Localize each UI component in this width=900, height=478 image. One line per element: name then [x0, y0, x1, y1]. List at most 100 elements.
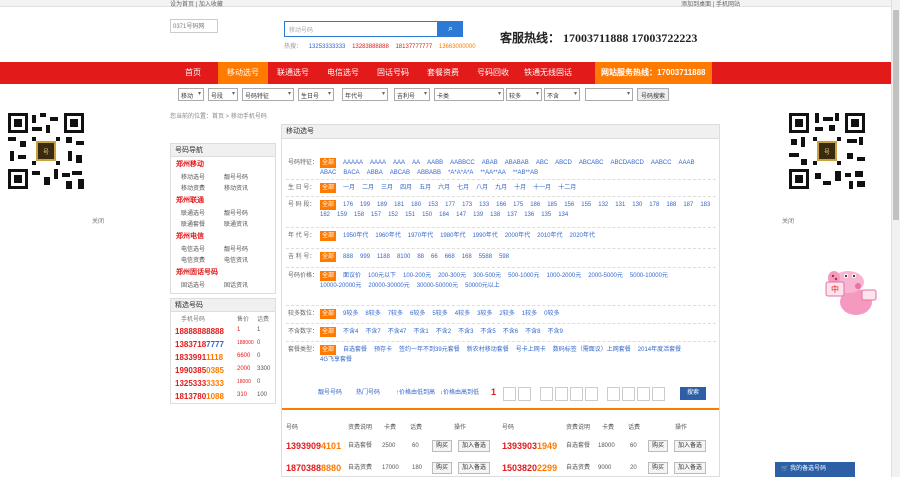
filter-option[interactable]: 10000-20000元 [320, 281, 361, 291]
filter-option[interactable]: 186 [530, 200, 540, 210]
filter-option[interactable]: 155 [581, 200, 591, 210]
filter-option[interactable]: 5000-10000元 [630, 271, 668, 281]
digit-box[interactable] [585, 387, 598, 401]
top-links-right[interactable]: 添加到桌面 | 手机网站 [681, 0, 740, 8]
sidebar-link[interactable]: 电信选号 [181, 244, 224, 253]
filter-option[interactable]: ABABAB [505, 158, 529, 168]
filter-option[interactable]: 三月 [381, 183, 393, 193]
qr-close-right[interactable]: 关闭 [782, 216, 794, 225]
filter-option[interactable]: 新农村移动套餐 [467, 345, 509, 355]
filter-option[interactable]: 189 [377, 200, 387, 210]
sidebar-link[interactable]: 联通套餐 [181, 219, 224, 228]
add-cart-button[interactable]: 加入备选 [458, 440, 491, 452]
scrollbar[interactable] [891, 0, 900, 477]
filter-option[interactable]: 4较多 [455, 309, 470, 319]
filter-option[interactable]: 4G飞享套餐 [320, 355, 352, 365]
filter-option[interactable]: 2000-5000元 [588, 271, 623, 281]
filter-option[interactable]: 全部 [320, 158, 337, 168]
filter-option[interactable]: ABAC [320, 168, 336, 178]
filter-option[interactable]: 全部 [320, 271, 337, 281]
search-button[interactable]: ⌕ [438, 21, 463, 37]
digit-box[interactable] [518, 387, 531, 401]
feature-select[interactable]: 号码特征 [242, 88, 294, 101]
filter-option[interactable]: 预存卡 [374, 345, 392, 355]
exclude-select[interactable]: 不含 [544, 88, 580, 101]
pick-row[interactable]: 13837187777 188000 0 [171, 338, 275, 351]
filter-option[interactable]: 176 [343, 200, 353, 210]
filter-option[interactable]: 3较多 [477, 309, 492, 319]
filter-option[interactable]: ABCABC [579, 158, 604, 168]
sort-asc[interactable]: ↑价格由低到高 [396, 387, 435, 396]
cart-bar[interactable]: 🛒 我的备选号码 [775, 462, 855, 477]
carrier-select[interactable]: 移动 [178, 88, 204, 101]
filter-option[interactable]: 5588 [479, 252, 492, 262]
filter-option[interactable]: 1较多 [522, 309, 537, 319]
filter-option[interactable]: 183 [700, 200, 710, 210]
hot-number[interactable]: 13283888888 [352, 44, 389, 50]
filter-option[interactable]: 156 [564, 200, 574, 210]
sort-nice[interactable]: 靓号号码 [318, 387, 342, 396]
sidebar-link[interactable]: 固话选号 [181, 280, 224, 289]
filter-option[interactable]: 180 [411, 200, 421, 210]
filter-option[interactable]: 六月 [438, 183, 450, 193]
sidebar-link[interactable]: 联通资讯 [224, 219, 267, 228]
filter-option[interactable]: 300-500元 [473, 271, 501, 281]
filter-option[interactable]: 不含5 [480, 327, 495, 337]
number[interactable]: 18703888880 [286, 458, 341, 478]
filter-option[interactable]: 不含8 [525, 327, 540, 337]
filter-option[interactable]: 1960年代 [375, 231, 400, 241]
buy-button[interactable]: 购买 [432, 462, 453, 474]
nav-telecom[interactable]: 电信选号 [318, 62, 368, 84]
filter-option[interactable]: 130 [632, 200, 642, 210]
filter-option[interactable]: 158 [354, 210, 364, 220]
number-input[interactable] [585, 88, 633, 101]
filter-option[interactable]: AABCC [651, 158, 672, 168]
filter-option[interactable]: 9较多 [343, 309, 358, 319]
filter-option[interactable]: 2较多 [499, 309, 514, 319]
filter-option[interactable]: 2020年代 [570, 231, 595, 241]
digit-box[interactable] [555, 387, 568, 401]
filter-option[interactable]: 152 [388, 210, 398, 220]
filter-option[interactable]: 166 [496, 200, 506, 210]
filter-option[interactable]: 137 [507, 210, 517, 220]
nav-recycle[interactable]: 号码回收 [468, 62, 518, 84]
filter-option[interactable]: 88 [417, 252, 424, 262]
filter-option[interactable]: AAA [393, 158, 405, 168]
filter-option[interactable]: AAAA [370, 158, 386, 168]
filter-option[interactable]: 188 [666, 200, 676, 210]
filter-option[interactable]: 一月 [343, 183, 355, 193]
filter-option[interactable]: 二月 [362, 183, 374, 193]
buy-button[interactable]: 购买 [432, 440, 453, 452]
nav-landline[interactable]: 固话号码 [368, 62, 418, 84]
decade-select[interactable]: 年代号 [342, 88, 388, 101]
category-zz-mobile[interactable]: 郑州移动 [171, 157, 275, 171]
site-logo[interactable]: 0371号码网 [170, 19, 218, 33]
sidebar-link[interactable]: 靓号号码 [224, 244, 267, 253]
filter-option[interactable]: 66 [431, 252, 438, 262]
category-zz-landline[interactable]: 郑州固话号码 [171, 265, 275, 279]
digit-box[interactable] [570, 387, 583, 401]
filter-option[interactable]: 面议价 [343, 271, 361, 281]
filter-option[interactable]: 200-300元 [438, 271, 466, 281]
sidebar-link[interactable]: 移动选号 [181, 172, 224, 181]
filter-option[interactable]: 185 [547, 200, 557, 210]
filter-option[interactable]: 1980年代 [440, 231, 465, 241]
filter-option[interactable]: ABCDABCD [611, 158, 644, 168]
top-links-left[interactable]: 设为首页 | 加入收藏 [170, 0, 223, 8]
filter-option[interactable]: 8较多 [365, 309, 380, 319]
filter-option[interactable]: ABBABB [417, 168, 441, 178]
filter-option[interactable]: 2010年代 [537, 231, 562, 241]
filter-option[interactable]: 888 [343, 252, 353, 262]
filter-option[interactable]: ABBA [367, 168, 383, 178]
sidebar-link[interactable]: 靓号号码 [224, 208, 267, 217]
filter-option[interactable]: AABBCC [450, 158, 475, 168]
filter-option[interactable]: 全部 [320, 183, 337, 193]
category-zz-telecom[interactable]: 郑州电信 [171, 229, 275, 243]
filter-option[interactable]: 159 [337, 210, 347, 220]
search-input[interactable]: 移动号码 [284, 21, 438, 37]
filter-option[interactable]: 134 [558, 210, 568, 220]
filter-option[interactable]: 136 [524, 210, 534, 220]
digit-search-button[interactable]: 搜索 [680, 387, 706, 400]
lucky-select[interactable]: 吉利号 [394, 88, 430, 101]
pick-row[interactable]: 13253333333 18000 0 [171, 377, 275, 390]
